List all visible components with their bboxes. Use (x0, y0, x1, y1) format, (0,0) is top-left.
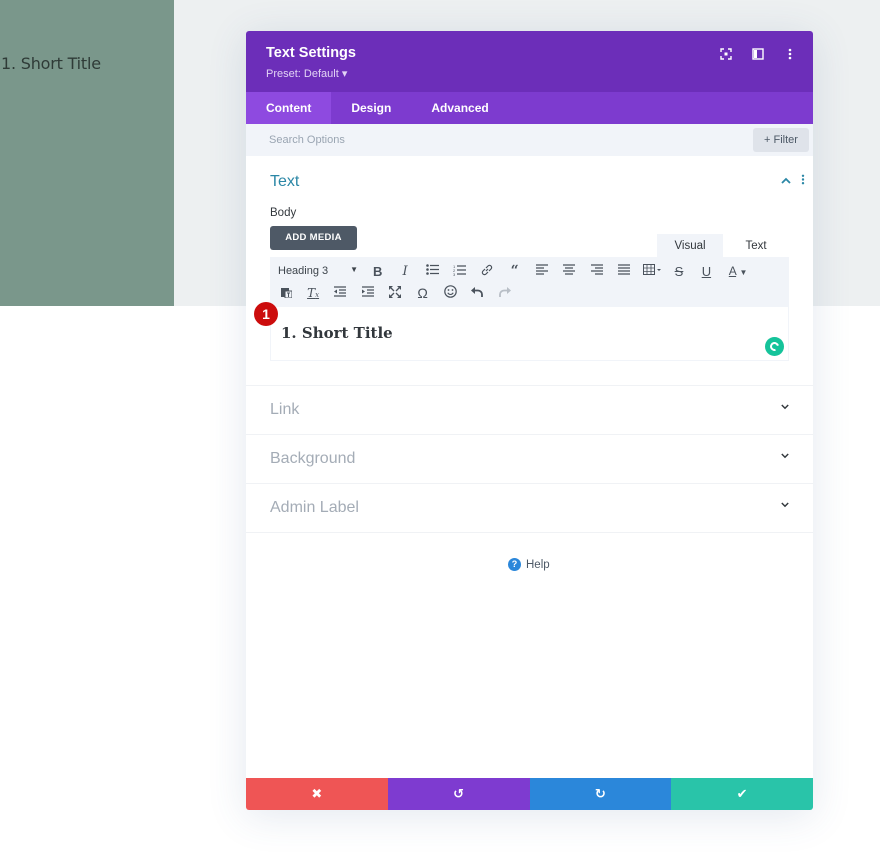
section-link[interactable]: Link (246, 386, 813, 435)
tab-visual[interactable]: Visual (657, 234, 723, 257)
help-link[interactable]: ? Help (508, 558, 550, 571)
editor-content[interactable]: 1. Short Title (281, 324, 393, 342)
section-controls (781, 174, 805, 188)
preview-column: 1. Short Title (0, 0, 174, 306)
fullscreen-editor-icon[interactable] (382, 285, 409, 301)
indent-icon[interactable] (354, 286, 381, 300)
tab-design[interactable]: Design (331, 92, 411, 124)
chevron-down-icon (781, 502, 789, 508)
tab-text[interactable]: Text (723, 234, 789, 257)
editor-toolbar: Heading 3 ▼ B I 123 “ S U A ▼ Tx Ω (270, 257, 789, 307)
more-options-icon[interactable] (781, 47, 799, 61)
redo-button[interactable]: ↻ (529, 778, 672, 810)
strikethrough-icon[interactable]: S (665, 264, 692, 279)
toolbar-row-1: Heading 3 ▼ B I 123 “ S U A ▼ (270, 260, 756, 282)
tab-advanced[interactable]: Advanced (411, 92, 508, 124)
paste-as-text-icon[interactable] (272, 286, 299, 301)
align-justify-icon[interactable] (611, 264, 638, 278)
numbered-list-icon[interactable]: 123 (446, 264, 473, 279)
modal-title: Text Settings (266, 45, 356, 61)
step-badge: 1 (254, 302, 278, 326)
chevron-down-icon (781, 404, 789, 410)
tab-content[interactable]: Content (246, 92, 332, 124)
section-title[interactable]: Text (270, 173, 299, 191)
preset-dropdown[interactable]: Preset: Default ▾ (266, 67, 347, 80)
section-background[interactable]: Background (246, 435, 813, 484)
clear-formatting-icon[interactable]: Tx (299, 286, 326, 300)
section-link-label: Link (270, 401, 300, 418)
help-label: Help (526, 558, 550, 571)
page: 1. Short Title Text Settings Preset: Def… (0, 0, 880, 852)
table-icon[interactable] (638, 264, 665, 278)
underline-icon[interactable]: U (693, 264, 720, 279)
align-left-icon[interactable] (528, 264, 555, 278)
heading-select-value: Heading 3 (278, 265, 329, 277)
align-center-icon[interactable] (556, 264, 583, 278)
bold-icon[interactable]: B (364, 264, 391, 279)
emoji-icon[interactable] (436, 285, 463, 301)
blockquote-icon[interactable]: “ (501, 263, 528, 279)
text-settings-modal: Text Settings Preset: Default ▾ Content … (246, 31, 813, 810)
caret-down-icon: ▼ (350, 265, 358, 274)
text-section: Text Body ADD MEDIA Visual Text Heading … (246, 156, 813, 386)
modal-header: Text Settings Preset: Default ▾ (246, 31, 813, 92)
split-view-icon[interactable] (749, 47, 767, 61)
bullet-list-icon[interactable] (419, 264, 446, 278)
section-admin-label-label: Admin Label (270, 499, 359, 516)
align-right-icon[interactable] (583, 264, 610, 278)
add-media-button[interactable]: ADD MEDIA (270, 226, 357, 250)
help-icon: ? (508, 558, 521, 571)
rich-text-editor[interactable]: 1. Short Title (270, 307, 789, 361)
outdent-icon[interactable] (327, 286, 354, 300)
special-character-icon[interactable]: Ω (409, 285, 436, 301)
fullscreen-icon[interactable] (717, 47, 735, 61)
text-color-icon[interactable]: A ▼ (720, 264, 756, 278)
preview-title: 1. Short Title (1, 54, 101, 73)
svg-text:3: 3 (453, 272, 456, 276)
body-label: Body (270, 207, 297, 219)
undo-button[interactable]: ↺ (387, 778, 530, 810)
editor-mode-tabs: Visual Text (657, 234, 789, 257)
toolbar-row-2: Tx Ω (270, 282, 519, 304)
search-placeholder: Search Options (269, 134, 345, 146)
modal-footer: ✖ ↺ ↻ ✔ (246, 778, 813, 810)
section-admin-label[interactable]: Admin Label (246, 484, 813, 533)
italic-icon[interactable]: I (391, 264, 418, 279)
cancel-button[interactable]: ✖ (246, 778, 388, 810)
chevron-up-icon[interactable] (781, 175, 791, 187)
section-background-label: Background (270, 450, 356, 467)
section-more-icon[interactable] (801, 174, 805, 188)
heading-format-select[interactable]: Heading 3 ▼ (270, 265, 364, 277)
grammarly-icon[interactable] (765, 337, 784, 356)
filter-button[interactable]: + Filter (753, 128, 809, 152)
header-icons (717, 47, 799, 61)
undo-icon[interactable] (464, 286, 491, 300)
save-button[interactable]: ✔ (671, 778, 813, 810)
chevron-down-icon (781, 453, 789, 459)
search-options-input[interactable]: Search Options + Filter (246, 124, 813, 156)
redo-icon[interactable] (491, 286, 518, 300)
link-icon[interactable] (474, 264, 501, 279)
settings-tabs: Content Design Advanced (246, 92, 813, 124)
